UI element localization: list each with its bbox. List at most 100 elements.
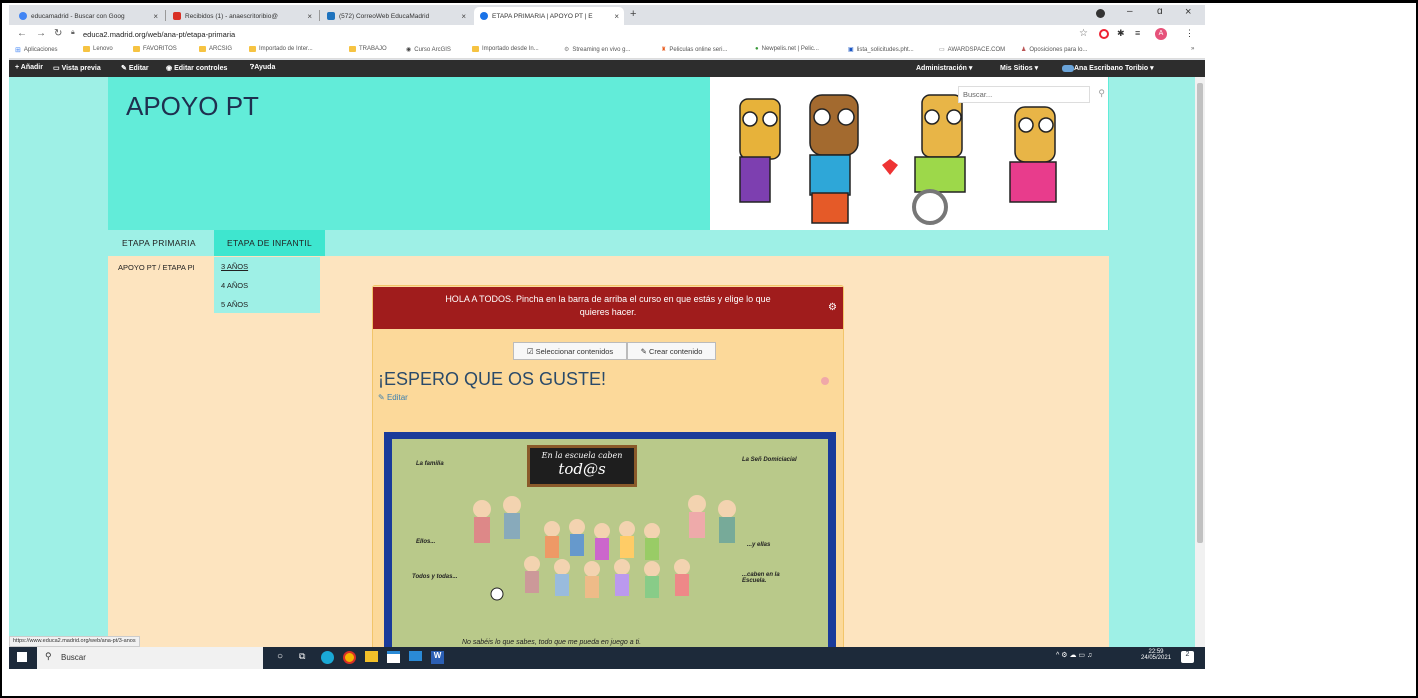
opera-icon[interactable]	[1099, 29, 1109, 39]
bookmarks-more[interactable]: »	[1191, 46, 1194, 52]
dropdown-3-anos[interactable]: 3 AÑOS	[221, 262, 248, 271]
globe-icon: ●	[755, 46, 759, 52]
extensions-icon[interactable]: ✱	[1117, 28, 1125, 39]
reload-icon[interactable]: ↻	[54, 28, 62, 39]
minimize-button[interactable]: –	[1127, 6, 1133, 17]
bookmark-oposiciones[interactable]: ♟︎ Oposiciones para lo...	[1021, 46, 1087, 54]
nav-etapa-infantil[interactable]: ETAPA DE INFANTIL	[214, 230, 326, 256]
bookmark-lenovo[interactable]: Lenovo	[83, 46, 113, 52]
reading-list-icon[interactable]: ≡	[1135, 28, 1140, 38]
store-icon[interactable]	[387, 651, 400, 663]
folder-icon	[472, 46, 479, 52]
tab-correoweb[interactable]: (572) CorreoWeb EducaMadrid ×	[321, 7, 471, 25]
bookmark-favoritos[interactable]: FAVORITOS	[133, 46, 177, 52]
bookmark-arcsig[interactable]: ARCSIG	[199, 46, 232, 52]
gmail-icon	[173, 12, 181, 20]
options-icon[interactable]	[821, 377, 829, 385]
folder-icon	[349, 46, 356, 52]
streaming-icon: ⚙︎	[564, 47, 570, 53]
menu-icon[interactable]: ⋮	[1185, 28, 1194, 39]
children-illustration	[473, 495, 736, 601]
taskbar-search[interactable]: ⚲ Buscar	[37, 647, 263, 669]
word-icon[interactable]: W	[431, 651, 444, 664]
close-tab-icon[interactable]: ×	[153, 12, 158, 21]
tab-etapa-primaria[interactable]: ETAPA PRIMARIA | APOYO PT | E ×	[474, 7, 624, 25]
dropdown-5-anos[interactable]: 5 AÑOS	[221, 300, 248, 309]
page-viewport: APOYO PT Buscar... ⚲ ETAPA PRIMARIA ETAP…	[9, 77, 1195, 647]
mis-sitios-menu[interactable]: Mis Sitios ▾	[1000, 64, 1038, 72]
mail-icon[interactable]	[409, 651, 422, 661]
bookmark-awardspace[interactable]: ▭ AWARDSPACE.COM	[939, 46, 1005, 54]
forward-arrow-icon[interactable]: →	[36, 28, 46, 39]
bookmark-trabajo[interactable]: TRABAJO	[349, 46, 387, 52]
bookmark-streaming[interactable]: ⚙︎ Streaming en vivo g...	[564, 46, 630, 54]
tab-title: Recibidos (1) - anaescritoribio@	[185, 12, 278, 20]
infantil-dropdown: 3 AÑOS 4 AÑOS 5 AÑOS	[214, 257, 320, 313]
notification-icon[interactable]: 2	[1181, 651, 1194, 663]
folder-icon	[83, 46, 90, 52]
doc-icon: ▣	[848, 47, 854, 53]
bookmark-importado-desde[interactable]: Importado desde In...	[472, 46, 539, 52]
cortana-icon[interactable]: ○	[277, 651, 283, 662]
edit-button[interactable]: ✎ Editar	[121, 64, 149, 72]
bookmark-lista-solicitudes[interactable]: ▣ lista_solicitudes.pht...	[848, 46, 914, 54]
file-explorer-icon[interactable]	[365, 651, 378, 662]
tab-gmail[interactable]: Recibidos (1) - anaescritoribio@ ×	[167, 7, 317, 25]
site-banner: APOYO PT Buscar... ⚲	[108, 77, 1109, 230]
search-icon[interactable]: ⚲	[1098, 88, 1105, 99]
person-icon: ♟︎	[1021, 47, 1027, 53]
gear-icon[interactable]: ⚙	[828, 301, 837, 314]
image-scene: En la escuela caben tod@s La familia La …	[392, 439, 828, 647]
task-view-icon[interactable]: ⧉	[299, 651, 305, 662]
admin-bar: + Añadir ▭ Vista previa ✎ Editar ◉ Edita…	[9, 60, 1205, 77]
administracion-menu[interactable]: Administración ▾	[916, 64, 972, 72]
avatar[interactable]: A	[1155, 28, 1167, 40]
tab-title: ETAPA PRIMARIA | APOYO PT | E	[492, 12, 593, 20]
bookmark-curso-arcgis[interactable]: ◉ Curso ArcGIS	[406, 46, 451, 54]
edit-controls-button[interactable]: ◉ Editar controles	[166, 64, 227, 72]
clock[interactable]: 22:59 24/05/2021	[1141, 649, 1171, 661]
edit-icon: ✎	[121, 65, 129, 72]
tab-title: educamadrid - Buscar con Goog	[31, 12, 125, 20]
bookmark-importado-inter[interactable]: Importado de Inter...	[249, 46, 313, 52]
tab-bar: educamadrid - Buscar con Goog × Recibido…	[9, 5, 1205, 25]
system-tray-icons[interactable]: ^ ⚙ ☁ ▭ ♫	[1056, 651, 1092, 659]
url-input[interactable]: educa2.madrid.org/web/ana-pt/etapa-prima…	[83, 30, 235, 39]
close-tab-icon[interactable]: ×	[307, 12, 312, 21]
page-scrollbar[interactable]	[1195, 77, 1205, 647]
user-menu[interactable]: Ana Escribano Toribio ▾	[1062, 64, 1154, 72]
windows-start-icon[interactable]	[17, 652, 27, 662]
back-arrow-icon[interactable]: ←	[17, 28, 27, 39]
edit-link[interactable]: ✎ Editar	[378, 393, 408, 402]
close-window-button[interactable]: ×	[1185, 6, 1191, 18]
help-button[interactable]: ❓︎Ayuda	[250, 64, 275, 72]
site-title[interactable]: APOYO PT	[126, 91, 259, 122]
preview-button[interactable]: ▭ Vista previa	[53, 64, 101, 72]
eye-icon: ◉	[166, 65, 175, 72]
monitor-icon: ▭	[53, 65, 62, 72]
main-nav: ETAPA PRIMARIA ETAPA DE INFANTIL	[108, 230, 1109, 256]
maximize-button[interactable]: ɑ	[1157, 6, 1163, 17]
search-input[interactable]: Buscar... ⚲	[958, 86, 1105, 103]
status-url: https://www.educa2.madrid.org/web/ana-pt…	[9, 636, 140, 647]
edge-icon[interactable]	[321, 651, 334, 664]
profile-dot-icon[interactable]	[1096, 9, 1105, 18]
close-tab-icon[interactable]: ×	[614, 12, 619, 21]
chrome-icon[interactable]	[343, 651, 356, 664]
select-contents-button[interactable]: ☑ Seleccionar contenidos	[513, 342, 627, 360]
bookmark-peliculas[interactable]: ♜ Peliculas online seri...	[661, 46, 727, 54]
scrollbar-thumb[interactable]	[1197, 83, 1203, 543]
bookmark-newpelis[interactable]: ● Newpelis.net | Pelic...	[755, 46, 819, 52]
create-content-button[interactable]: ✎ Crear contenido	[627, 342, 716, 360]
article-image: En la escuela caben tod@s La familia La …	[384, 432, 836, 647]
new-tab-button[interactable]: +	[630, 8, 636, 20]
mail-icon	[327, 12, 335, 20]
tab-google[interactable]: educamadrid - Buscar con Goog ×	[13, 7, 163, 25]
dropdown-4-anos[interactable]: 4 AÑOS	[221, 281, 248, 290]
bookmark-aplicaciones[interactable]: ⊞ Aplicaciones	[15, 46, 58, 54]
close-tab-icon[interactable]: ×	[461, 12, 466, 21]
add-button[interactable]: + Añadir	[15, 64, 43, 71]
breadcrumb: APOYO PT / ETAPA PI	[118, 263, 195, 272]
nav-etapa-primaria[interactable]: ETAPA PRIMARIA	[122, 238, 196, 248]
star-icon[interactable]: ☆	[1079, 28, 1088, 39]
